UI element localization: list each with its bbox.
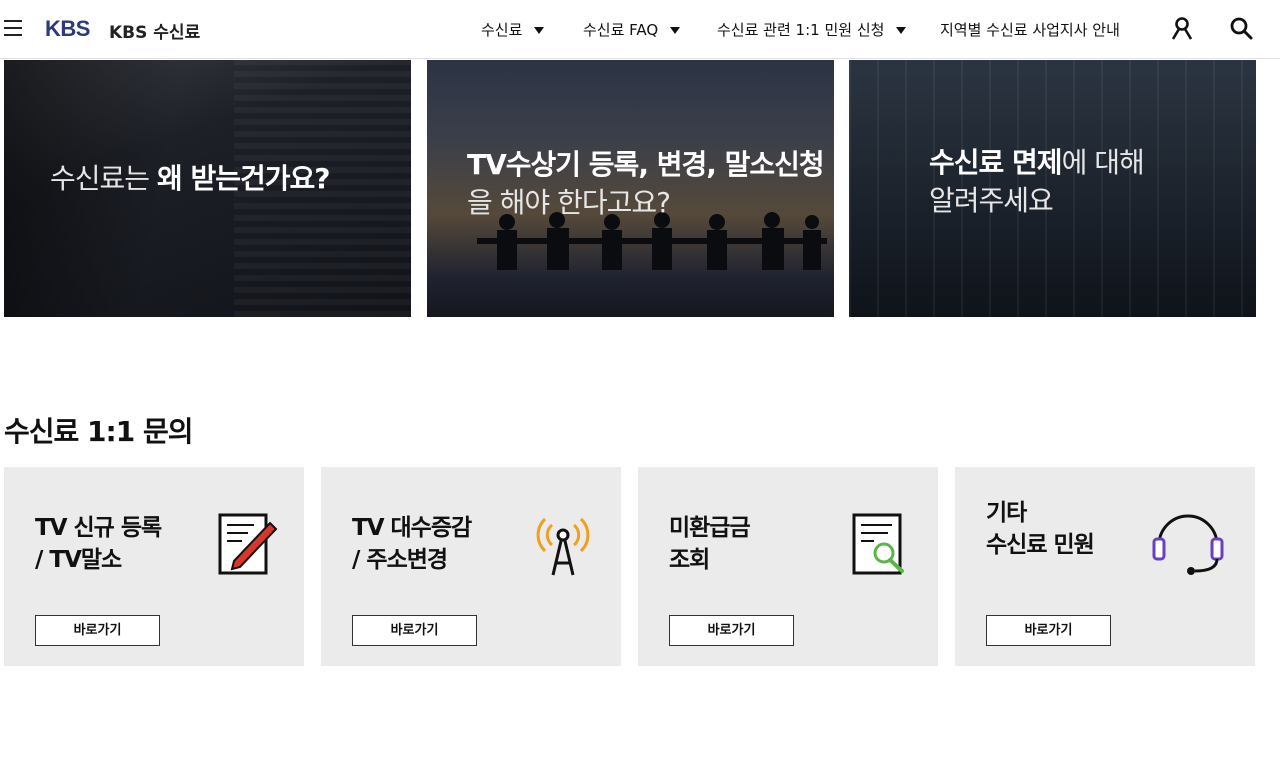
card-title-line: / TV말소 [35,547,122,573]
go-button[interactable]: 바로가기 [35,615,160,646]
banner-text: TV수상기 등록, 변경, 말소신청 을 해야 한다고요? [467,146,825,222]
kbs-logo[interactable]: KBS [45,16,90,42]
banner-text-light: 수신료는 [50,162,157,195]
card-title-line: 기타 [986,500,1027,526]
nav-item-inquiry[interactable]: 수신료 관련 1:1 민원 신청 [717,19,907,40]
card-title-line: / 주소변경 [352,547,448,573]
site-name[interactable]: KBS 수신료 [109,18,200,43]
card-other-inquiry: 기타 수신료 민원 바로가기 [955,467,1255,666]
card-title: 미환급금 조회 [669,512,751,576]
card-title: TV 신규 등록 / TV말소 [35,512,162,576]
nav-label: 지역별 수신료 사업지사 안내 [940,21,1120,39]
card-tv-count-address-change: TV 대수증감 / 주소변경 바로가기 [321,467,621,666]
banner-text: 수신료는 왜 받는건가요? [50,160,331,198]
antenna-signal-icon [536,517,590,576]
caret-down-icon [896,27,907,34]
card-title-line: 조회 [669,547,710,573]
nav-item-regional-office[interactable]: 지역별 수신료 사업지사 안내 [940,19,1120,40]
go-button[interactable]: 바로가기 [669,615,794,646]
nav-label: 수신료 FAQ [583,21,659,39]
menu-icon[interactable] [4,20,22,38]
nav-item-fee[interactable]: 수신료 [481,19,545,40]
section-title: 수신료 1:1 문의 [4,415,193,448]
card-title: 기타 수신료 민원 [986,497,1095,561]
document-search-icon [852,513,904,575]
headset-icon [1152,514,1224,575]
user-icon[interactable] [1170,16,1194,40]
nav-item-faq[interactable]: 수신료 FAQ [583,19,681,40]
search-icon[interactable] [1229,16,1253,40]
banner-text-bold: 수신료 면제 [929,146,1063,179]
banner-text-light: 알려주세요 [929,184,1054,217]
card-tv-new-registration: TV 신규 등록 / TV말소 바로가기 [4,467,304,666]
caret-down-icon [534,27,545,34]
banner-text-bold: 왜 받는건가요? [156,162,331,195]
document-pen-icon [218,513,278,575]
caret-down-icon [670,27,681,34]
go-button[interactable]: 바로가기 [986,615,1111,646]
banner-tv-registration[interactable]: TV수상기 등록, 변경, 말소신청 을 해야 한다고요? [427,60,834,317]
card-unrefunded-lookup: 미환급금 조회 바로가기 [638,467,938,666]
go-button[interactable]: 바로가기 [352,615,477,646]
card-title-line: 미환급금 [669,515,751,541]
card-title: TV 대수증감 / 주소변경 [352,512,472,576]
banner-text-bold: TV수상기 등록, 변경, 말소신청 [467,148,825,181]
banner-text: 수신료 면제에 대해 알려주세요 [929,144,1145,220]
banner-fee-exemption[interactable]: 수신료 면제에 대해 알려주세요 [849,60,1256,317]
banner-why-fee[interactable]: 수신료는 왜 받는건가요? [4,60,411,317]
nav-label: 수신료 [481,21,523,39]
nav-label: 수신료 관련 1:1 민원 신청 [717,21,885,39]
card-title-line: 수신료 민원 [986,532,1095,558]
card-title-line: TV 대수증감 [352,515,472,541]
banner-text-light: 을 해야 한다고요? [467,186,671,219]
card-title-line: TV 신규 등록 [35,515,162,541]
banner-text-light: 에 대해 [1061,146,1145,179]
header: KBS KBS 수신료 수신료 수신료 FAQ 수신료 관련 1:1 민원 신청… [0,0,1280,59]
